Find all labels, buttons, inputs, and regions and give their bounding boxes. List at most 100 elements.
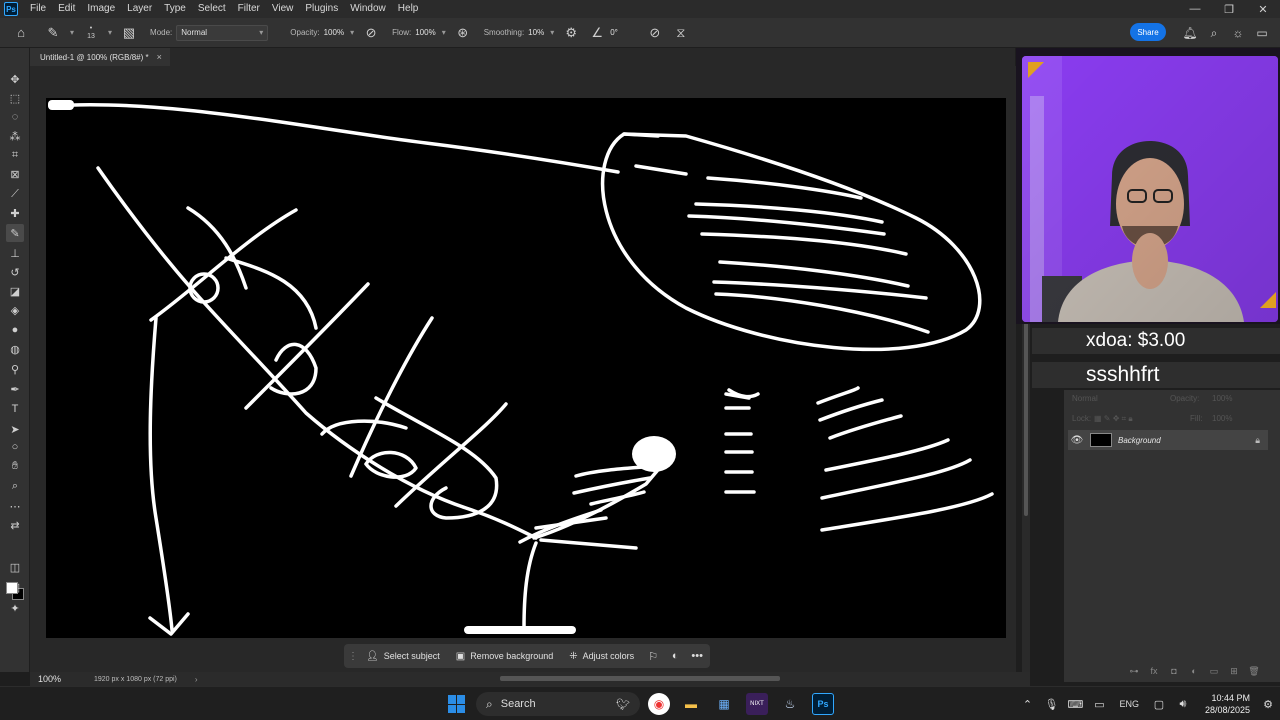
language-indicator[interactable]: ENG	[1119, 699, 1139, 709]
dodge-tool-icon[interactable]: ⚲	[6, 360, 24, 378]
blend-mode-select[interactable]: Normal	[1072, 394, 1098, 403]
pressure-size-icon[interactable]: ⊘	[644, 22, 666, 44]
steam-icon[interactable]: ♨	[779, 693, 801, 715]
menu-image[interactable]: Image	[81, 0, 121, 18]
restore-button[interactable]: ❐	[1212, 0, 1246, 18]
chevron-down-icon[interactable]: ▾	[70, 28, 74, 37]
fill-value[interactable]: 100%	[1212, 414, 1232, 423]
link-icon[interactable]: ⊶	[1124, 666, 1144, 677]
workspace-icon[interactable]: ▭	[1250, 22, 1274, 44]
nixt-app-icon[interactable]: NIXT	[746, 693, 768, 715]
move-tool-icon[interactable]: ✥	[6, 70, 24, 88]
gear-icon[interactable]: ⚙	[560, 22, 582, 44]
clone-stamp-tool-icon[interactable]: ⊥	[6, 244, 24, 262]
minimize-button[interactable]: —	[1178, 0, 1212, 18]
crop-tool-icon[interactable]: ⌗	[6, 146, 24, 164]
select-subject-button[interactable]: 👤︎ Select subject	[358, 644, 448, 668]
menu-file[interactable]: File	[24, 0, 52, 18]
horizontal-scrollbar[interactable]	[500, 676, 780, 681]
microphone-icon[interactable]: 🎙︎	[1039, 698, 1063, 711]
menu-type[interactable]: Type	[158, 0, 192, 18]
dodge-tool-icon[interactable]: ◍	[6, 340, 24, 358]
flow-value[interactable]: 100%	[415, 28, 435, 37]
symmetry-icon[interactable]: ⧖	[670, 22, 692, 44]
canvas[interactable]	[46, 98, 1006, 638]
notification-icon[interactable]: ⚙	[1256, 698, 1280, 711]
shape-tool-icon[interactable]: ○	[6, 438, 24, 456]
swap-colors-icon[interactable]: ⇄	[6, 516, 24, 534]
object-select-tool-icon[interactable]: ⁂	[6, 127, 24, 145]
layer-opacity-value[interactable]: 100%	[1212, 394, 1232, 403]
photoshop-taskbar-icon[interactable]: Ps	[812, 693, 834, 715]
menu-edit[interactable]: Edit	[52, 0, 81, 18]
file-explorer-icon[interactable]: ▬	[680, 693, 702, 715]
layer-row[interactable]: 👁︎ Background 🔒︎	[1068, 430, 1268, 450]
chevron-right-icon[interactable]: ›	[195, 675, 198, 684]
quick-mask-icon[interactable]: ◫	[6, 558, 24, 576]
share-button[interactable]: Share	[1130, 23, 1166, 41]
menu-window[interactable]: Window	[344, 0, 392, 18]
chevron-down-icon[interactable]: ▾	[350, 28, 354, 37]
menu-plugins[interactable]: Plugins	[299, 0, 344, 18]
eraser-tool-icon[interactable]: ◪	[6, 282, 24, 300]
canvas-workspace[interactable]	[30, 66, 1016, 672]
chevron-down-icon[interactable]: ▾	[442, 28, 446, 37]
more-tools-icon[interactable]: ⋯	[6, 497, 24, 515]
history-brush-tool-icon[interactable]: ↺	[6, 263, 24, 281]
frame-tool-icon[interactable]: ⊠	[6, 165, 24, 183]
healing-brush-tool-icon[interactable]: ✚	[6, 204, 24, 222]
remove-background-button[interactable]: ▣ Remove background	[448, 644, 562, 668]
fx-icon[interactable]: fx	[1144, 666, 1164, 677]
type-tool-icon[interactable]: T	[6, 400, 24, 418]
store-icon[interactable]: ▦	[713, 693, 735, 715]
zoom-tool-icon[interactable]: ⌕	[6, 477, 24, 495]
home-icon[interactable]: ⌂	[10, 22, 32, 44]
menu-filter[interactable]: Filter	[232, 0, 266, 18]
brush-preset-icon[interactable]: ✎	[42, 22, 64, 44]
phone-link-icon[interactable]: ▢	[1147, 698, 1171, 711]
hand-tool-icon[interactable]: ✋︎	[6, 457, 24, 475]
lock-icon[interactable]: 🔒︎	[1255, 435, 1260, 446]
blur-tool-icon[interactable]: ●	[6, 321, 24, 339]
pin-icon[interactable]: ⚐	[642, 650, 664, 663]
smoothing-value[interactable]: 10%	[528, 28, 544, 37]
chrome-icon[interactable]: ◉	[648, 693, 670, 715]
volume-icon[interactable]: 🔊︎	[1171, 698, 1195, 711]
brush-tool-icon[interactable]: ✎	[6, 224, 24, 242]
menu-select[interactable]: Select	[192, 0, 232, 18]
display-icon[interactable]: ▭	[1087, 698, 1111, 711]
foreground-color-swatch[interactable]	[6, 582, 18, 594]
pressure-opacity-icon[interactable]: ⊘	[360, 22, 382, 44]
brush-size-picker[interactable]: • 13	[80, 22, 102, 44]
adjustment-icon[interactable]: ◐	[1184, 666, 1204, 677]
airbrush-icon[interactable]: ⊛	[452, 22, 474, 44]
marquee-tool-icon[interactable]: ⬚	[6, 89, 24, 107]
paint-bucket-tool-icon[interactable]: ◈	[6, 301, 24, 319]
lasso-tool-icon[interactable]: ◌	[6, 108, 24, 126]
menu-view[interactable]: View	[266, 0, 300, 18]
adjust-colors-button[interactable]: ⁜ Adjust colors	[561, 644, 642, 668]
contrast-icon[interactable]: ◐	[664, 650, 686, 662]
search-icon[interactable]: ⌕	[1202, 22, 1226, 44]
clock[interactable]: 10:44 PM 28/08/2025	[1205, 692, 1250, 716]
windows-start-button[interactable]	[448, 695, 466, 713]
mask-icon[interactable]: ◘	[1164, 666, 1184, 677]
chevron-down-icon[interactable]: ▾	[108, 28, 112, 37]
taskbar-search[interactable]: ⌕ Search 🐦︎	[476, 692, 640, 716]
menu-layer[interactable]: Layer	[121, 0, 158, 18]
bell-icon[interactable]: 🔔︎	[1178, 22, 1202, 44]
more-options-button[interactable]: •••	[686, 650, 708, 662]
trash-icon[interactable]: 🗑︎	[1244, 666, 1264, 677]
folder-icon[interactable]: ▭	[1204, 666, 1224, 677]
eye-icon[interactable]: 👁︎	[1068, 435, 1086, 446]
path-selection-tool-icon[interactable]: ➤	[6, 420, 24, 438]
close-window-button[interactable]: ✕	[1246, 0, 1280, 18]
zoom-level[interactable]: 100%	[38, 674, 94, 684]
chevron-up-icon[interactable]: ⌃	[1015, 698, 1039, 711]
brush-settings-icon[interactable]: ▧	[118, 22, 140, 44]
mode-select[interactable]: Normal ▾	[176, 24, 269, 41]
chevron-down-icon[interactable]: ▾	[550, 28, 554, 37]
lightbulb-icon[interactable]: ☼	[1226, 22, 1250, 44]
opacity-value[interactable]: 100%	[324, 28, 344, 37]
menu-help[interactable]: Help	[392, 0, 425, 18]
